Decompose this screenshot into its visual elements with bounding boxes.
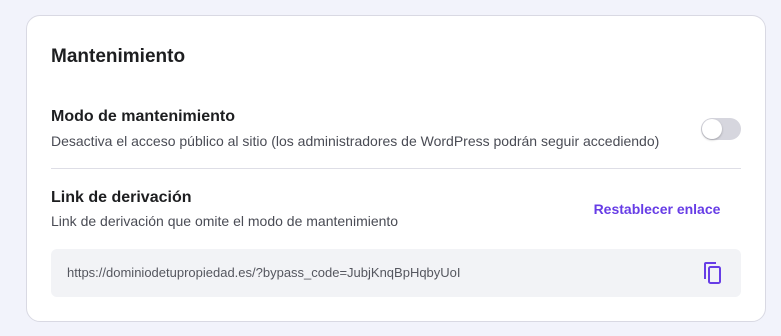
maintenance-mode-description: Desactiva el acceso público al sitio (lo… [51,133,660,149]
bypass-url-field: https://dominiodetupropiedad.es/?bypass_… [51,249,741,297]
reset-link-button[interactable]: Restablecer enlace [587,201,727,217]
bypass-link-title: Link de derivación [51,189,192,206]
toggle-knob [702,119,722,139]
bypass-link-description: Link de derivación que omite el modo de … [51,213,399,229]
copy-icon[interactable] [701,261,723,285]
maintenance-card: Mantenimiento Modo de mantenimiento Desa… [26,15,766,322]
maintenance-mode-toggle[interactable] [701,118,741,140]
bypass-url-text: https://dominiodetupropiedad.es/?bypass_… [67,265,461,280]
maintenance-mode-title: Modo de mantenimiento [51,108,235,125]
card-title: Mantenimiento [51,46,186,67]
section-divider [51,168,741,169]
